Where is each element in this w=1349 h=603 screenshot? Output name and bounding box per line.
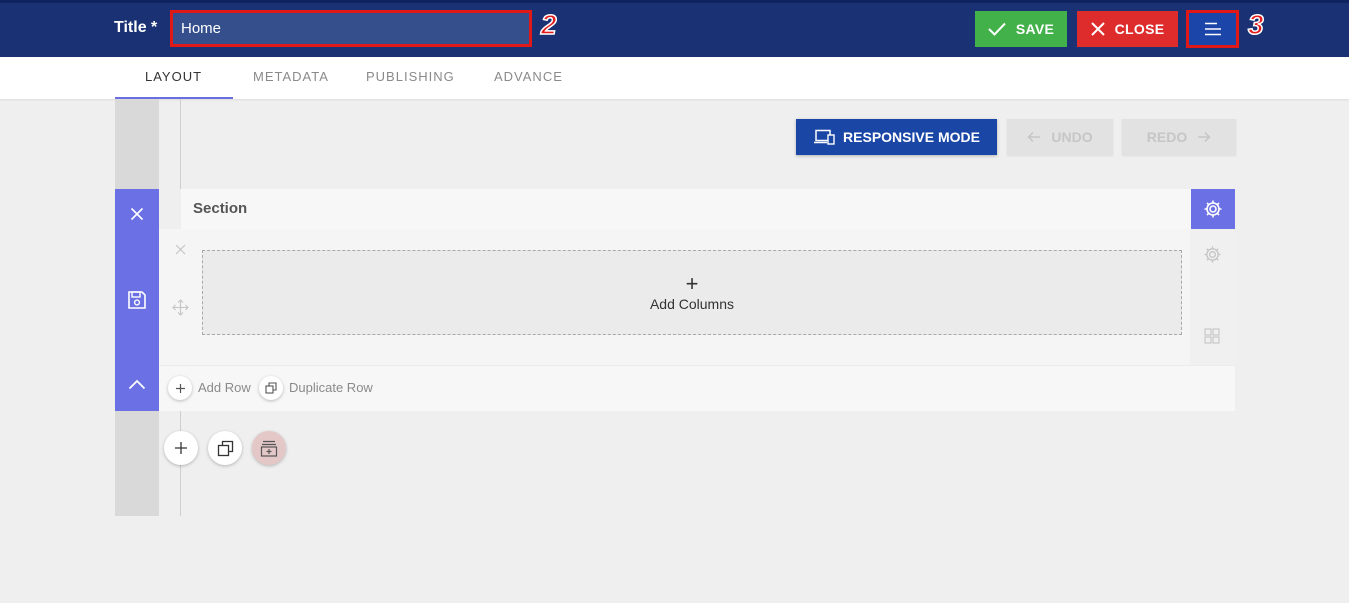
title-input[interactable] (170, 10, 532, 47)
tab-bar: LAYOUT METADATA PUBLISHING ADVANCE (0, 57, 1349, 99)
arrow-left-icon (1027, 131, 1041, 143)
add-row-label[interactable]: Add Row (198, 380, 251, 395)
hamburger-menu-icon (1204, 22, 1221, 36)
add-section-button[interactable] (164, 431, 198, 465)
close-button[interactable]: CLOSE (1077, 11, 1178, 47)
gear-icon (1204, 200, 1222, 218)
responsive-mode-button[interactable]: RESPONSIVE MODE (796, 119, 997, 155)
tree-line (180, 99, 181, 189)
save-button-label: SAVE (1015, 21, 1055, 37)
section-remove-button[interactable] (115, 207, 159, 221)
tab-layout[interactable]: LAYOUT (145, 69, 202, 84)
tab-publishing[interactable]: PUBLISHING (366, 69, 455, 84)
redo-button[interactable]: REDO (1122, 119, 1236, 155)
plus-icon (175, 383, 185, 393)
responsive-mode-label: RESPONSIVE MODE (843, 129, 980, 145)
plus-icon: + (685, 270, 699, 296)
duplicate-row-button[interactable] (259, 376, 283, 400)
save-disk-icon (128, 291, 146, 309)
grid-icon[interactable] (1204, 328, 1220, 344)
duplicate-icon (217, 440, 233, 456)
section-save-button[interactable] (115, 290, 159, 310)
section-header: Section (181, 189, 1191, 229)
undo-button[interactable]: UNDO (1007, 119, 1113, 155)
tab-metadata[interactable]: METADATA (253, 69, 329, 84)
gear-icon[interactable] (1203, 245, 1222, 264)
arrow-right-icon (1198, 131, 1211, 143)
top-bar: Title * 2 SAVE CLOSE 3 (0, 0, 1349, 57)
save-button[interactable]: SAVE (975, 11, 1067, 47)
section-collapse-button[interactable] (115, 379, 159, 390)
close-button-label: CLOSE (1114, 21, 1165, 37)
move-icon[interactable] (172, 299, 189, 316)
add-row-button[interactable] (168, 376, 192, 400)
section-library-button[interactable] (252, 431, 286, 465)
close-icon (1090, 22, 1105, 36)
menu-button[interactable] (1186, 10, 1239, 48)
duplicate-row-label[interactable]: Duplicate Row (289, 380, 373, 395)
check-icon (988, 22, 1006, 36)
add-columns-dropzone[interactable]: + Add Columns (202, 250, 1182, 335)
section-settings-button[interactable] (1191, 189, 1235, 229)
redo-label: REDO (1146, 129, 1188, 145)
section-title: Section (193, 200, 248, 217)
annotation-marker-3: 3 (1247, 8, 1264, 41)
chevron-up-icon (128, 379, 146, 390)
plus-icon (175, 442, 187, 454)
add-columns-label: Add Columns (649, 295, 735, 312)
undo-label: UNDO (1051, 129, 1093, 145)
tab-advance[interactable]: ADVANCE (494, 69, 563, 84)
duplicate-icon (265, 382, 277, 394)
row-remove-icon[interactable] (175, 244, 186, 255)
duplicate-section-button[interactable] (208, 431, 242, 465)
title-label: Title * (114, 19, 158, 36)
archive-add-icon (260, 440, 278, 457)
devices-icon (814, 129, 835, 145)
close-icon (130, 207, 144, 221)
annotation-marker-2: 2 (540, 8, 557, 41)
